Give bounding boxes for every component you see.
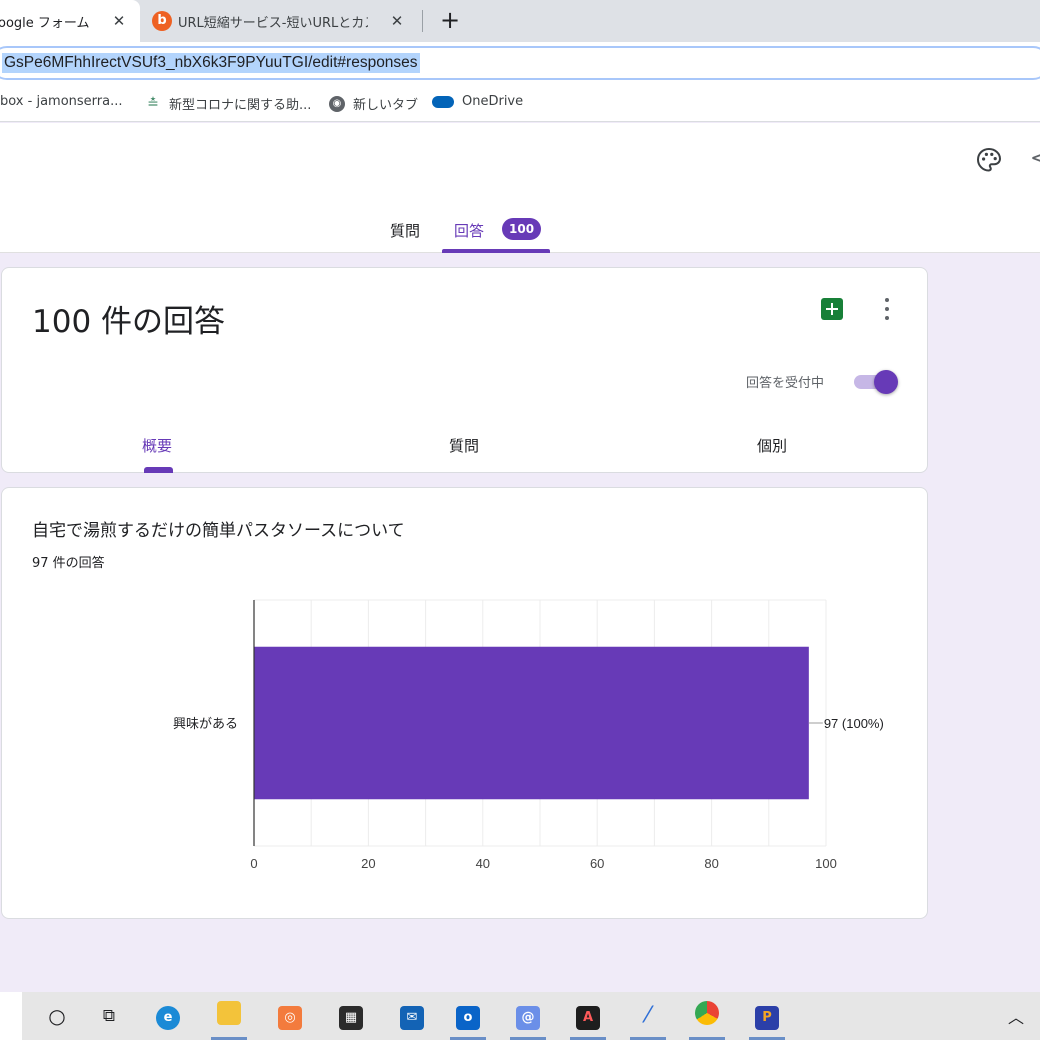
- active-subtab-indicator: [144, 467, 173, 473]
- x-tick-label: 80: [704, 856, 718, 871]
- news-icon: ≛: [147, 95, 159, 112]
- tab-title: URL短縮サービス-短いURLとカスタム: [178, 15, 368, 31]
- tab-url-shortener[interactable]: b URL短縮サービス-短いURLとカスタム ✕: [150, 0, 422, 42]
- active-tab-indicator: [442, 249, 550, 253]
- tab-questions[interactable]: 質問: [390, 220, 420, 241]
- form-tabs: 質問 回答 100: [0, 213, 1040, 253]
- toggle-thumb: [874, 370, 898, 394]
- bar: [254, 646, 809, 800]
- bookmark-new-tab[interactable]: ◉ 新しいタブ: [329, 94, 418, 113]
- responses-title: 100 件の回答: [32, 304, 226, 340]
- x-tick-label: 0: [250, 856, 257, 871]
- tab-title: oogle フォーム: [0, 15, 90, 31]
- response-count-badge: 100: [502, 218, 542, 240]
- accepting-responses-toggle[interactable]: [854, 370, 898, 394]
- bookmark-onedrive[interactable]: OneDrive: [432, 94, 523, 109]
- tab-google-forms[interactable]: oogle フォーム ✕: [0, 0, 140, 42]
- windows-taskbar: ○ ⧉ e ◎ ▦ ✉ o @ A ⁄ P ︿: [0, 992, 1040, 1040]
- pen-icon[interactable]: ⁄: [633, 1001, 663, 1031]
- close-icon[interactable]: ✕: [388, 12, 406, 30]
- x-tick-label: 40: [476, 856, 490, 871]
- subtab-individual[interactable]: 個別: [757, 435, 787, 456]
- send-icon[interactable]: <: [1030, 146, 1040, 171]
- bookmark-label: box - jamonserra...: [0, 94, 123, 109]
- address-bar-row: GsPe6MFhhIrectVSUf3_nbX6k3F9PYuuTGI/edit…: [0, 42, 1040, 84]
- acrobat-icon[interactable]: A: [573, 1001, 603, 1031]
- globe-icon: ◉: [329, 95, 345, 112]
- responses-summary-card: 100 件の回答 回答を受付中 概要 質問 個別: [1, 267, 928, 473]
- forms-header: < 質問 回答 100: [0, 123, 1040, 253]
- more-options-icon[interactable]: [879, 296, 895, 322]
- taskbar-search-box[interactable]: [0, 992, 22, 1040]
- edge-icon[interactable]: e: [153, 1001, 183, 1031]
- bookmark-covid[interactable]: ≛ 新型コロナに関する助...: [145, 94, 312, 114]
- cloud-icon: [432, 95, 454, 108]
- address-bar[interactable]: GsPe6MFhhIrectVSUf3_nbX6k3F9PYuuTGI/edit…: [0, 46, 1040, 80]
- close-icon[interactable]: ✕: [110, 12, 128, 30]
- task-view-icon[interactable]: ⧉: [94, 1001, 124, 1031]
- palette-icon[interactable]: [975, 146, 1003, 174]
- app-orange-icon[interactable]: ◎: [275, 1001, 305, 1031]
- tab-separator: [422, 10, 423, 32]
- category-label: 興味がある: [173, 717, 238, 732]
- cortana-icon[interactable]: ○: [42, 1001, 72, 1031]
- mail-app-icon[interactable]: @: [513, 1001, 543, 1031]
- powerpoint-icon[interactable]: P: [752, 1001, 782, 1031]
- question-summary-card: 自宅で湯煎するだけの簡単パスタソースについて 97 件の回答 興味がある 97 (…: [1, 487, 928, 919]
- url-text[interactable]: GsPe6MFhhIrectVSUf3_nbX6k3F9PYuuTGI/edit…: [2, 53, 420, 73]
- chrome-icon[interactable]: [692, 1001, 722, 1031]
- tray-chevron-icon[interactable]: ︿: [1008, 1004, 1024, 1028]
- browser-tab-strip: oogle フォーム ✕ b URL短縮サービス-短いURLとカスタム ✕ +: [0, 0, 1040, 42]
- sheets-icon[interactable]: [821, 298, 843, 320]
- subtab-questions[interactable]: 質問: [449, 435, 479, 456]
- mail-icon[interactable]: ✉: [397, 1001, 427, 1031]
- tab-responses[interactable]: 回答: [454, 220, 484, 241]
- bookmarks-bar: box - jamonserra... ≛ 新型コロナに関する助... ◉ 新し…: [0, 84, 1040, 122]
- x-tick-label: 20: [361, 856, 375, 871]
- outlook-icon[interactable]: o: [453, 1001, 483, 1031]
- x-tick-label: 100: [815, 856, 837, 871]
- x-tick-label: 60: [590, 856, 604, 871]
- data-label: 97 (100%): [824, 716, 884, 731]
- file-explorer-icon[interactable]: [214, 1001, 244, 1031]
- bookmark-box[interactable]: box - jamonserra...: [0, 94, 122, 109]
- store-icon[interactable]: ▦: [336, 1001, 366, 1031]
- subtab-summary[interactable]: 概要: [142, 435, 172, 456]
- new-tab-button[interactable]: +: [436, 6, 464, 34]
- bookmark-label: 新しいタブ: [353, 98, 419, 113]
- accepting-responses-label: 回答を受付中: [746, 376, 825, 391]
- bitly-icon: b: [152, 11, 172, 31]
- bookmark-label: 新型コロナに関する助...: [169, 98, 312, 113]
- bookmark-label: OneDrive: [462, 94, 524, 109]
- bar-chart: 興味がある 97 (100%) 0 20 40 60 80 100: [173, 599, 884, 871]
